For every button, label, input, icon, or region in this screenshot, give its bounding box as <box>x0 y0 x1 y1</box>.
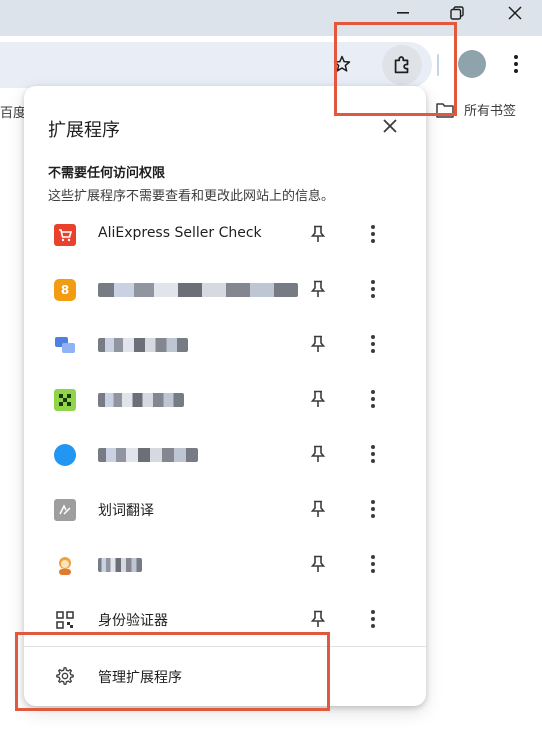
green-grid-icon <box>54 389 76 411</box>
qr-code-icon <box>54 609 76 631</box>
pin-button[interactable] <box>306 332 330 356</box>
obscured-extension-name <box>98 558 142 572</box>
close-window-button[interactable] <box>488 0 542 26</box>
extension-more-button[interactable] <box>361 222 385 246</box>
extension-name: 划词翻译 <box>98 503 154 519</box>
pin-icon <box>310 225 326 242</box>
obscured-extension-name <box>98 338 188 352</box>
more-vert-icon <box>371 335 375 353</box>
bookmark-item[interactable]: 百度 <box>0 102 26 121</box>
extension-row[interactable] <box>24 536 426 592</box>
browser-menu-button[interactable] <box>502 48 530 80</box>
more-vert-icon <box>371 390 375 408</box>
close-window-icon <box>508 6 522 20</box>
extension-name: AliExpress Seller Check <box>98 225 262 241</box>
more-vert-icon <box>371 555 375 573</box>
close-icon <box>383 119 397 133</box>
extension-name: 身份验证器 <box>98 613 168 629</box>
badge-glyph: 8 <box>60 283 70 297</box>
pin-button[interactable] <box>306 442 330 466</box>
pin-icon <box>310 610 326 627</box>
pin-icon <box>310 280 326 297</box>
extension-row[interactable] <box>24 371 426 427</box>
profile-avatar[interactable] <box>458 50 486 78</box>
obscured-extension-name <box>98 448 198 462</box>
obscured-extension-name <box>98 393 184 407</box>
close-popup-button[interactable] <box>378 114 402 138</box>
more-vert-icon <box>371 500 375 518</box>
more-vert-icon <box>371 280 375 298</box>
pin-button[interactable] <box>306 552 330 576</box>
extension-more-button[interactable] <box>361 442 385 466</box>
highlight-box-extensions-button <box>334 22 457 116</box>
pin-button[interactable] <box>306 497 330 521</box>
obscured-extension-name <box>98 283 298 297</box>
extension-more-button[interactable] <box>361 387 385 411</box>
highlight-box-manage-extensions <box>15 632 330 711</box>
extension-more-button[interactable] <box>361 497 385 521</box>
more-vert-icon <box>371 445 375 463</box>
aliexpress-cart-icon <box>54 224 76 246</box>
title-bar <box>0 0 542 36</box>
pin-icon <box>310 500 326 517</box>
popup-title: 扩展程序 <box>48 120 120 141</box>
extension-row[interactable]: AliExpress Seller Check <box>24 206 426 262</box>
blue-circle-icon <box>54 444 76 466</box>
more-vert-icon <box>514 55 518 73</box>
extension-more-button[interactable] <box>361 277 385 301</box>
pin-button[interactable] <box>306 387 330 411</box>
chat-bubble-icon <box>54 334 76 356</box>
restore-icon <box>450 6 464 20</box>
section-title: 不需要任何访问权限 <box>48 166 166 181</box>
more-vert-icon <box>371 610 375 628</box>
extension-row[interactable]: 8 <box>24 261 426 317</box>
extension-more-button[interactable] <box>361 332 385 356</box>
pin-button[interactable] <box>306 222 330 246</box>
pin-icon <box>310 555 326 572</box>
more-vert-icon <box>371 225 375 243</box>
section-subtitle: 这些扩展程序不需要查看和更改此网站上的信息。 <box>48 189 335 204</box>
extensions-menu-popup: 扩展程序 不需要任何访问权限 这些扩展程序不需要查看和更改此网站上的信息。 Al… <box>24 86 426 706</box>
pin-button[interactable] <box>306 607 330 631</box>
extension-row[interactable]: 划词翻译 <box>24 481 426 537</box>
extension-row[interactable] <box>24 316 426 372</box>
all-bookmarks-label: 所有书签 <box>464 104 517 119</box>
pin-button[interactable] <box>306 277 330 301</box>
orange-badge-icon: 8 <box>54 279 76 301</box>
translate-icon <box>54 499 76 521</box>
minimize-icon <box>397 12 409 14</box>
pin-icon <box>310 390 326 407</box>
extension-more-button[interactable] <box>361 607 385 631</box>
extension-more-button[interactable] <box>361 552 385 576</box>
pin-icon <box>310 335 326 352</box>
pin-icon <box>310 445 326 462</box>
extension-row[interactable] <box>24 426 426 482</box>
character-icon <box>54 554 76 576</box>
